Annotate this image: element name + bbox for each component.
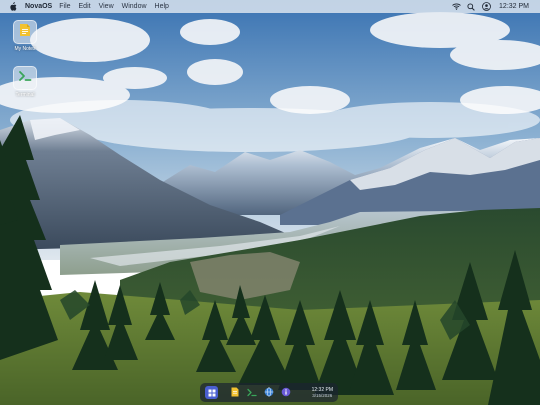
dock-date: 3/15/2026: [312, 393, 333, 398]
menu-window[interactable]: Window: [122, 3, 147, 10]
search-icon[interactable]: [466, 2, 476, 11]
menubar-clock[interactable]: 12:32 PM: [499, 3, 529, 10]
dock-terminal-button[interactable]: [245, 386, 258, 399]
terminal-icon: [246, 384, 257, 402]
globe-icon: [264, 384, 274, 402]
dock-browser-button[interactable]: [262, 386, 275, 399]
desktop-icon-label: Terminal: [15, 92, 35, 98]
user-icon[interactable]: [481, 2, 491, 11]
dock-clock[interactable]: 12:32 PM 3/15/2026: [312, 387, 333, 398]
wifi-icon[interactable]: [451, 2, 461, 11]
dock-notes-button[interactable]: [228, 386, 241, 399]
apple-icon[interactable]: [8, 2, 17, 11]
desktop-icon-tile[interactable]: [13, 66, 37, 90]
desktop-icon-my-notes[interactable]: My Notes: [8, 20, 42, 52]
dock-launcher-button[interactable]: [205, 386, 218, 399]
terminal-icon: [18, 69, 32, 87]
menu-help[interactable]: Help: [155, 3, 169, 10]
menu-bar: NovaOS File Edit View Window Help 12:32 …: [0, 0, 540, 13]
desktop-icon-label: My Notes: [14, 46, 36, 52]
desktop-icon-tile[interactable]: [13, 20, 37, 44]
notes-icon: [231, 384, 239, 402]
info-icon: [281, 384, 291, 402]
grid-icon: [208, 384, 216, 402]
desktop-icon-terminal[interactable]: Terminal: [8, 66, 42, 98]
dock: 12:32 PM 3/15/2026: [200, 383, 338, 402]
menu-view[interactable]: View: [99, 3, 114, 10]
notes-icon: [19, 23, 31, 42]
menu-file[interactable]: File: [59, 3, 70, 10]
dock-info-button[interactable]: [279, 386, 292, 399]
app-name[interactable]: NovaOS: [25, 3, 52, 10]
menu-edit[interactable]: Edit: [79, 3, 91, 10]
desktop-wallpaper: [0, 0, 540, 405]
